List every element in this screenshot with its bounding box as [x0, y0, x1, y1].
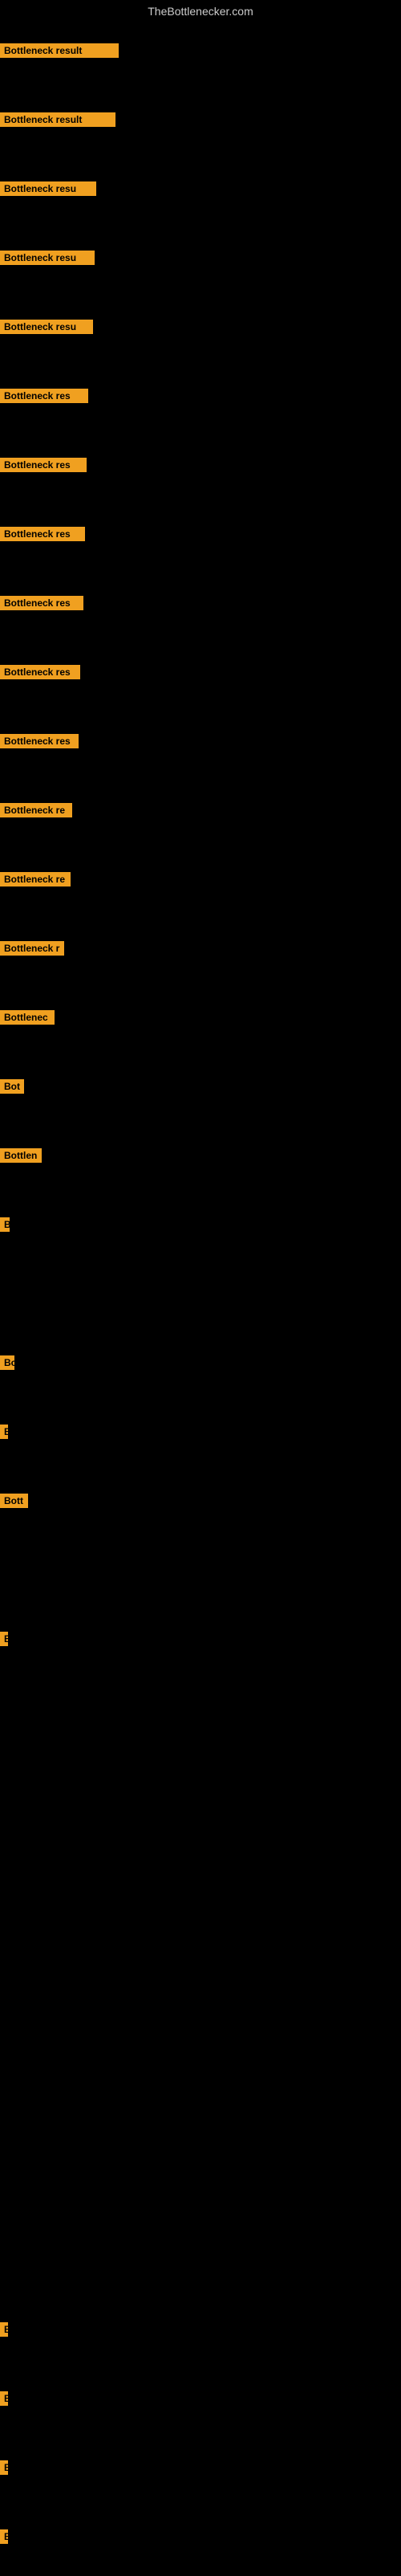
- bottleneck-result-label: B: [0, 1217, 10, 1236]
- bottleneck-result-label: Bot: [0, 1079, 24, 1098]
- bottleneck-result-label: Bottleneck res: [0, 596, 83, 614]
- bottleneck-result-label: Bottleneck resu: [0, 181, 96, 200]
- bottleneck-result-label: Bottleneck re: [0, 872, 71, 891]
- bottleneck-result-label: Bottleneck result: [0, 112, 115, 131]
- bottleneck-result-label: B: [0, 2322, 8, 2341]
- bottleneck-result-label: B: [0, 2460, 8, 2479]
- bottleneck-result-label: Bottleneck res: [0, 458, 87, 476]
- bottleneck-result-label: B: [0, 1632, 8, 1650]
- bottleneck-result-label: Bottleneck r: [0, 941, 64, 960]
- bottleneck-result-label: Bottlen: [0, 1148, 42, 1167]
- bottleneck-result-label: Bottleneck re: [0, 803, 72, 821]
- bottleneck-result-label: Bottleneck res: [0, 389, 88, 407]
- bottleneck-result-label: Bottleneck resu: [0, 320, 93, 338]
- bottleneck-result-label: Bottleneck resu: [0, 251, 95, 269]
- bottleneck-result-label: Bottleneck result: [0, 43, 119, 62]
- bottleneck-result-label: Bottlenec: [0, 1010, 55, 1029]
- bottleneck-result-label: B: [0, 1425, 8, 1443]
- bottleneck-result-label: B: [0, 2391, 8, 2410]
- bottleneck-result-label: Bo: [0, 1355, 14, 1374]
- bottleneck-result-label: Bottleneck res: [0, 665, 80, 683]
- bottleneck-result-label: Bottleneck res: [0, 527, 85, 545]
- site-title: TheBottlenecker.com: [0, 0, 401, 22]
- bottleneck-result-label: Bott: [0, 1494, 28, 1512]
- bottleneck-result-label: Bottleneck res: [0, 734, 79, 752]
- bottleneck-result-label: B: [0, 2529, 8, 2548]
